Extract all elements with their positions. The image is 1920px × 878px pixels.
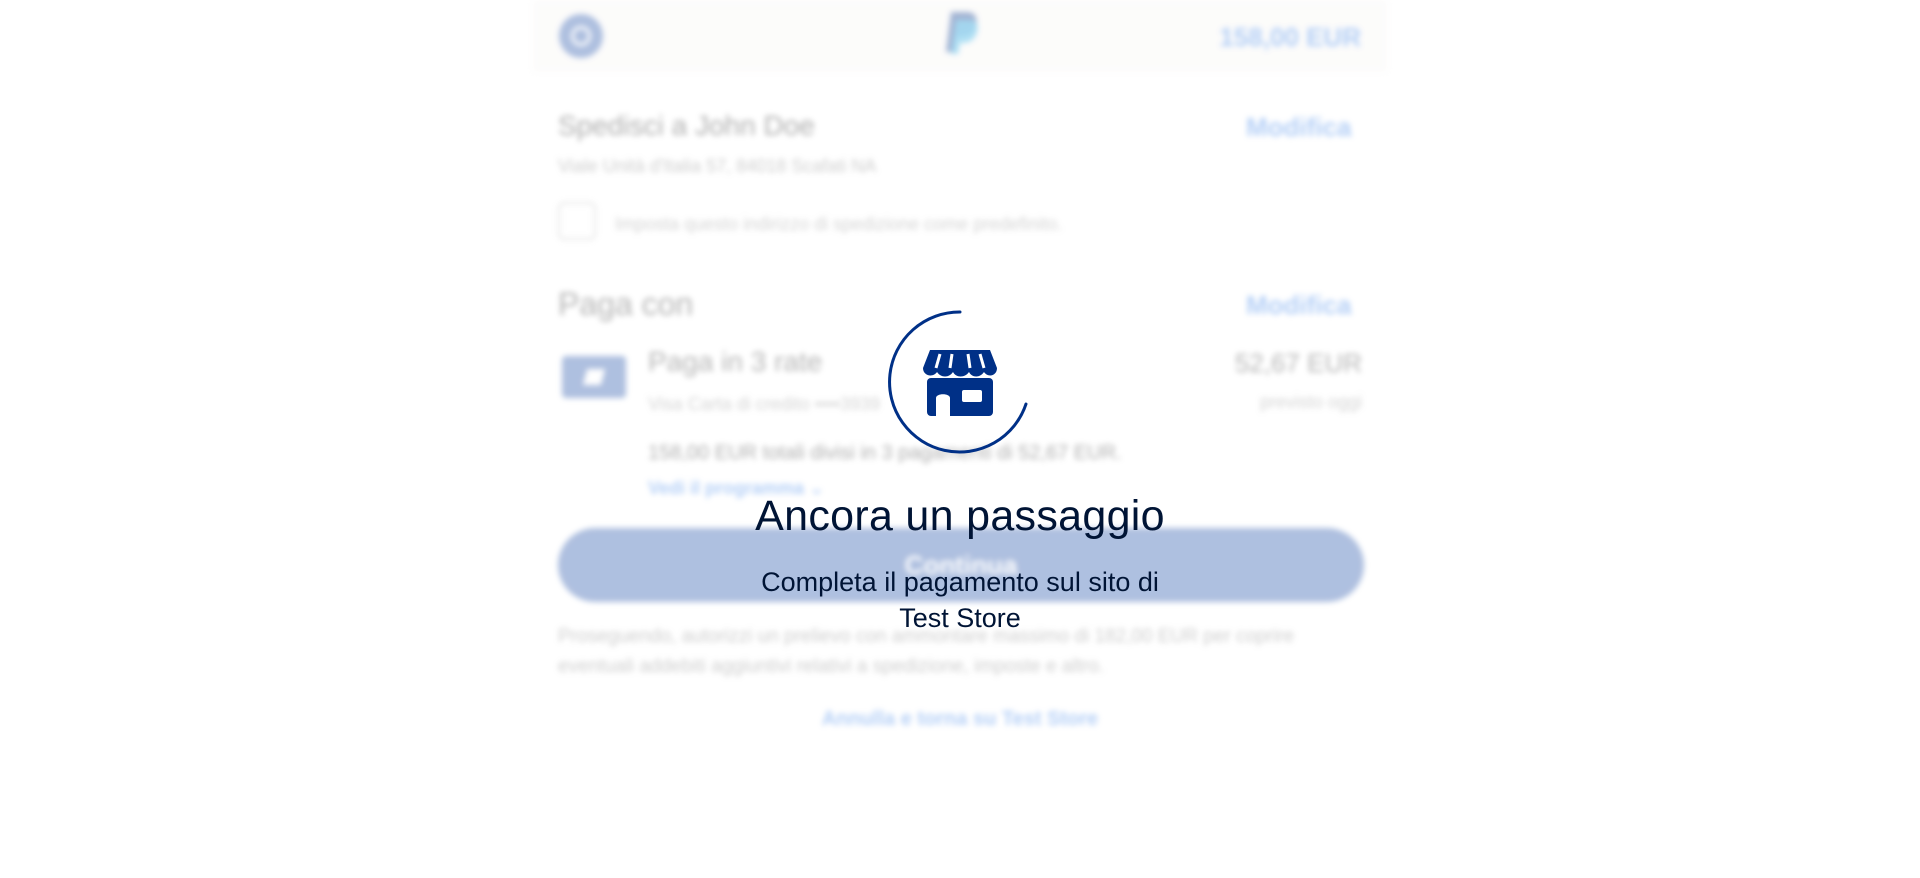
checkout-page: 158,00 EUR Spedisci a John Doe Modifica … xyxy=(0,0,1920,878)
overlay-subtitle: Completa il pagamento sul sito di Test S… xyxy=(761,567,1159,633)
overlay-title: Ancora un passaggio xyxy=(755,492,1165,540)
store-icon xyxy=(923,350,997,416)
